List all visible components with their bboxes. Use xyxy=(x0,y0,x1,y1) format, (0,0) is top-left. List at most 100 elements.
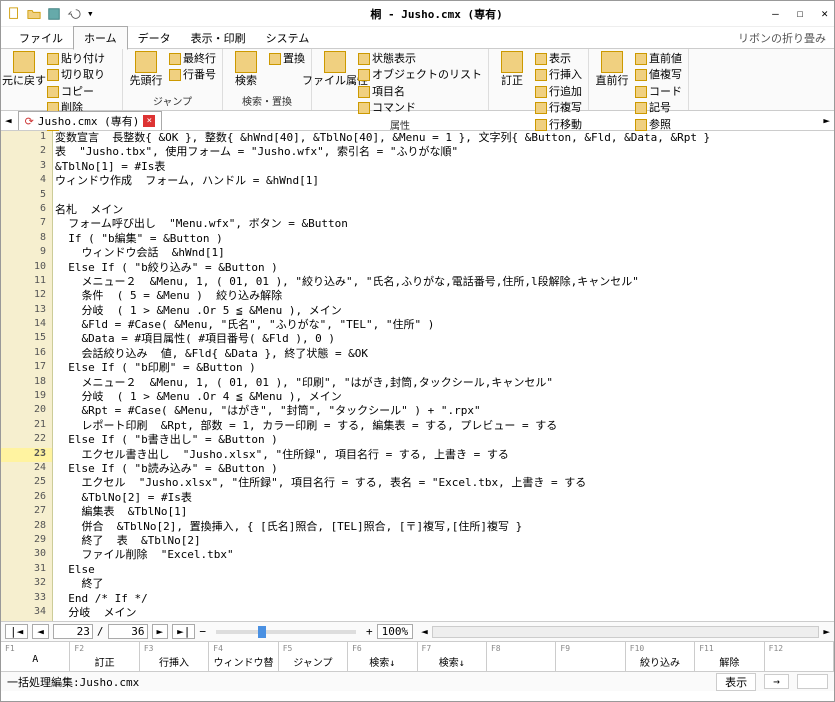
zoom-in[interactable]: + xyxy=(366,625,373,638)
ribbon-item[interactable]: 状態表示 xyxy=(358,51,482,66)
code-line[interactable]: Else If ( "b印刷" = &Button ) xyxy=(55,361,834,375)
line-number[interactable]: 33 xyxy=(1,592,52,606)
code-line[interactable]: &Fld = #Case( &Menu, "氏名", "ふりがな", "TEL"… xyxy=(55,318,834,332)
code-line[interactable]: エクセル "Jusho.xlsx", "住所録", 項目名行 = する, 表名 … xyxy=(55,476,834,490)
ribbon-item[interactable]: コマンド xyxy=(358,100,482,115)
func-key-F12[interactable]: F12 xyxy=(765,642,834,671)
line-number[interactable]: 20 xyxy=(1,404,52,418)
func-key-F10[interactable]: F10絞り込み xyxy=(626,642,695,671)
hscroll-left[interactable]: ◄ xyxy=(421,625,428,638)
line-number[interactable]: 29 xyxy=(1,534,52,548)
close-tab-icon[interactable]: × xyxy=(143,115,155,127)
ribbon-item[interactable]: 貼り付け xyxy=(47,51,116,66)
line-number[interactable]: 4 xyxy=(1,174,52,188)
ribbon-item[interactable]: 直前値 xyxy=(635,51,682,66)
code-line[interactable]: 会話絞り込み 値, &Fld{ &Data }, 終了状態 = &OK xyxy=(55,347,834,361)
nav-prev[interactable]: ◄ xyxy=(32,624,49,639)
tab-home[interactable]: ホーム xyxy=(73,26,128,50)
ribbon-item[interactable]: 行番号 xyxy=(169,67,216,82)
code-line[interactable]: Else xyxy=(55,563,834,577)
code-line[interactable]: ファイル削除 "Excel.tbx" xyxy=(55,548,834,562)
tab-prev-icon[interactable]: ◄ xyxy=(5,114,12,127)
ribbon-item[interactable]: 置換 xyxy=(269,51,305,66)
line-number[interactable]: 15 xyxy=(1,332,52,346)
line-number[interactable]: 23 xyxy=(1,448,52,462)
line-number[interactable]: 14 xyxy=(1,318,52,332)
line-number[interactable]: 6 xyxy=(1,203,52,217)
ribbon-item[interactable]: コピー xyxy=(47,84,116,99)
code-line[interactable]: ウィンドウ会話 &hWnd[1] xyxy=(55,246,834,260)
code-line[interactable]: 終了 表 &TblNo[2] xyxy=(55,534,834,548)
line-number[interactable]: 27 xyxy=(1,505,52,519)
code-line[interactable]: 終了 xyxy=(55,577,834,591)
code-line[interactable]: メニュー２ &Menu, 1, ( 01, 01 ), "印刷", "はがき,封… xyxy=(55,376,834,390)
ribbon-item[interactable]: 記号 xyxy=(635,100,682,115)
line-number[interactable]: 9 xyxy=(1,246,52,260)
func-key-F11[interactable]: F11解除 xyxy=(695,642,764,671)
status-arrow-button[interactable]: → xyxy=(764,674,789,689)
line-number[interactable]: 3 xyxy=(1,160,52,174)
line-number[interactable]: 8 xyxy=(1,232,52,246)
ribbon-item[interactable]: コード xyxy=(635,84,682,99)
ribbon-item[interactable]: 直前行 xyxy=(595,51,629,88)
maximize-button[interactable]: ☐ xyxy=(797,7,804,20)
func-key-F5[interactable]: F5ジャンプ xyxy=(279,642,348,671)
ribbon-item[interactable]: 切り取り xyxy=(47,67,116,82)
func-key-F6[interactable]: F6検索↓ xyxy=(348,642,417,671)
zoom-out[interactable]: − xyxy=(199,625,206,638)
line-number[interactable]: 2 xyxy=(1,145,52,159)
line-number[interactable]: 17 xyxy=(1,361,52,375)
nav-next[interactable]: ► xyxy=(152,624,169,639)
code-line[interactable]: 変数宣言 長整数{ &OK }, 整数{ &hWnd[40], &TblNo[4… xyxy=(55,131,834,145)
ribbon-item[interactable]: 項目名 xyxy=(358,84,482,99)
zoom-thumb[interactable] xyxy=(258,626,266,638)
line-number[interactable]: 28 xyxy=(1,520,52,534)
func-key-F9[interactable]: F9 xyxy=(556,642,625,671)
code-line[interactable]: Else If ( "b書き出し" = &Button ) xyxy=(55,433,834,447)
ribbon-item[interactable]: 行追加 xyxy=(535,84,582,99)
code-line[interactable]: End /* If */ xyxy=(55,592,834,606)
line-number[interactable]: 13 xyxy=(1,304,52,318)
code-line[interactable]: ウィンドウ作成 フォーム, ハンドル = &hWnd[1] xyxy=(55,174,834,188)
code-line[interactable]: 名札 メイン xyxy=(55,203,834,217)
line-number[interactable]: 26 xyxy=(1,491,52,505)
undo-icon[interactable] xyxy=(67,7,81,21)
code-line[interactable]: &TblNo[1] = #Is表 xyxy=(55,160,834,174)
tab-data[interactable]: データ xyxy=(128,27,181,49)
line-number[interactable]: 25 xyxy=(1,476,52,490)
ribbon-item[interactable]: 表示 xyxy=(535,51,582,66)
func-key-F4[interactable]: F4ウィンドウ替 xyxy=(209,642,278,671)
ribbon-item[interactable]: 行挿入 xyxy=(535,67,582,82)
code-line[interactable]: 編集表 &TblNo[1] xyxy=(55,505,834,519)
ribbon-item[interactable]: ファイル属性 xyxy=(318,51,352,88)
code-line[interactable]: フォーム呼び出し "Menu.wfx", ボタン = &Button xyxy=(55,217,834,231)
line-number[interactable]: 7 xyxy=(1,217,52,231)
code-line[interactable]: Else If ( "b絞り込み" = &Button ) xyxy=(55,261,834,275)
line-number[interactable]: 11 xyxy=(1,275,52,289)
code-line[interactable]: 分岐 メイン xyxy=(55,606,834,620)
line-number[interactable]: 16 xyxy=(1,347,52,361)
line-number[interactable]: 30 xyxy=(1,548,52,562)
line-number[interactable]: 10 xyxy=(1,261,52,275)
zoom-value[interactable]: 100% xyxy=(377,624,414,639)
func-key-F1[interactable]: F1A xyxy=(1,642,70,671)
code-line[interactable]: 分岐 ( 1 > &Menu .Or 5 ≦ &Menu ), メイン xyxy=(55,304,834,318)
line-number[interactable]: 18 xyxy=(1,376,52,390)
ribbon-item[interactable]: 行複写 xyxy=(535,100,582,115)
ribbon-item[interactable]: 検索 xyxy=(229,51,263,88)
code-line[interactable]: &Rpt = #Case( &Menu, "はがき", "封筒", "タックシー… xyxy=(55,404,834,418)
code-line[interactable] xyxy=(55,189,834,203)
code-line[interactable]: If ( "b編集" = &Button ) xyxy=(55,232,834,246)
line-number[interactable]: 22 xyxy=(1,433,52,447)
dropdown-icon[interactable]: ▾ xyxy=(87,7,101,21)
code-line[interactable]: 分岐 ( 1 > &Menu .Or 4 ≦ &Menu ), メイン xyxy=(55,390,834,404)
line-number[interactable]: 34 xyxy=(1,606,52,620)
tab-file[interactable]: ファイル xyxy=(9,27,73,49)
nav-first[interactable]: |◄ xyxy=(5,624,28,639)
func-key-F7[interactable]: F7検索↓ xyxy=(418,642,487,671)
current-line-input[interactable] xyxy=(53,624,93,639)
code-line[interactable]: 併合 &TblNo[2], 置換挿入, { [氏名]照合, [TEL]照合, [… xyxy=(55,520,834,534)
line-number[interactable]: 31 xyxy=(1,563,52,577)
hscroll-right[interactable]: ► xyxy=(823,625,830,638)
line-number[interactable]: 19 xyxy=(1,390,52,404)
